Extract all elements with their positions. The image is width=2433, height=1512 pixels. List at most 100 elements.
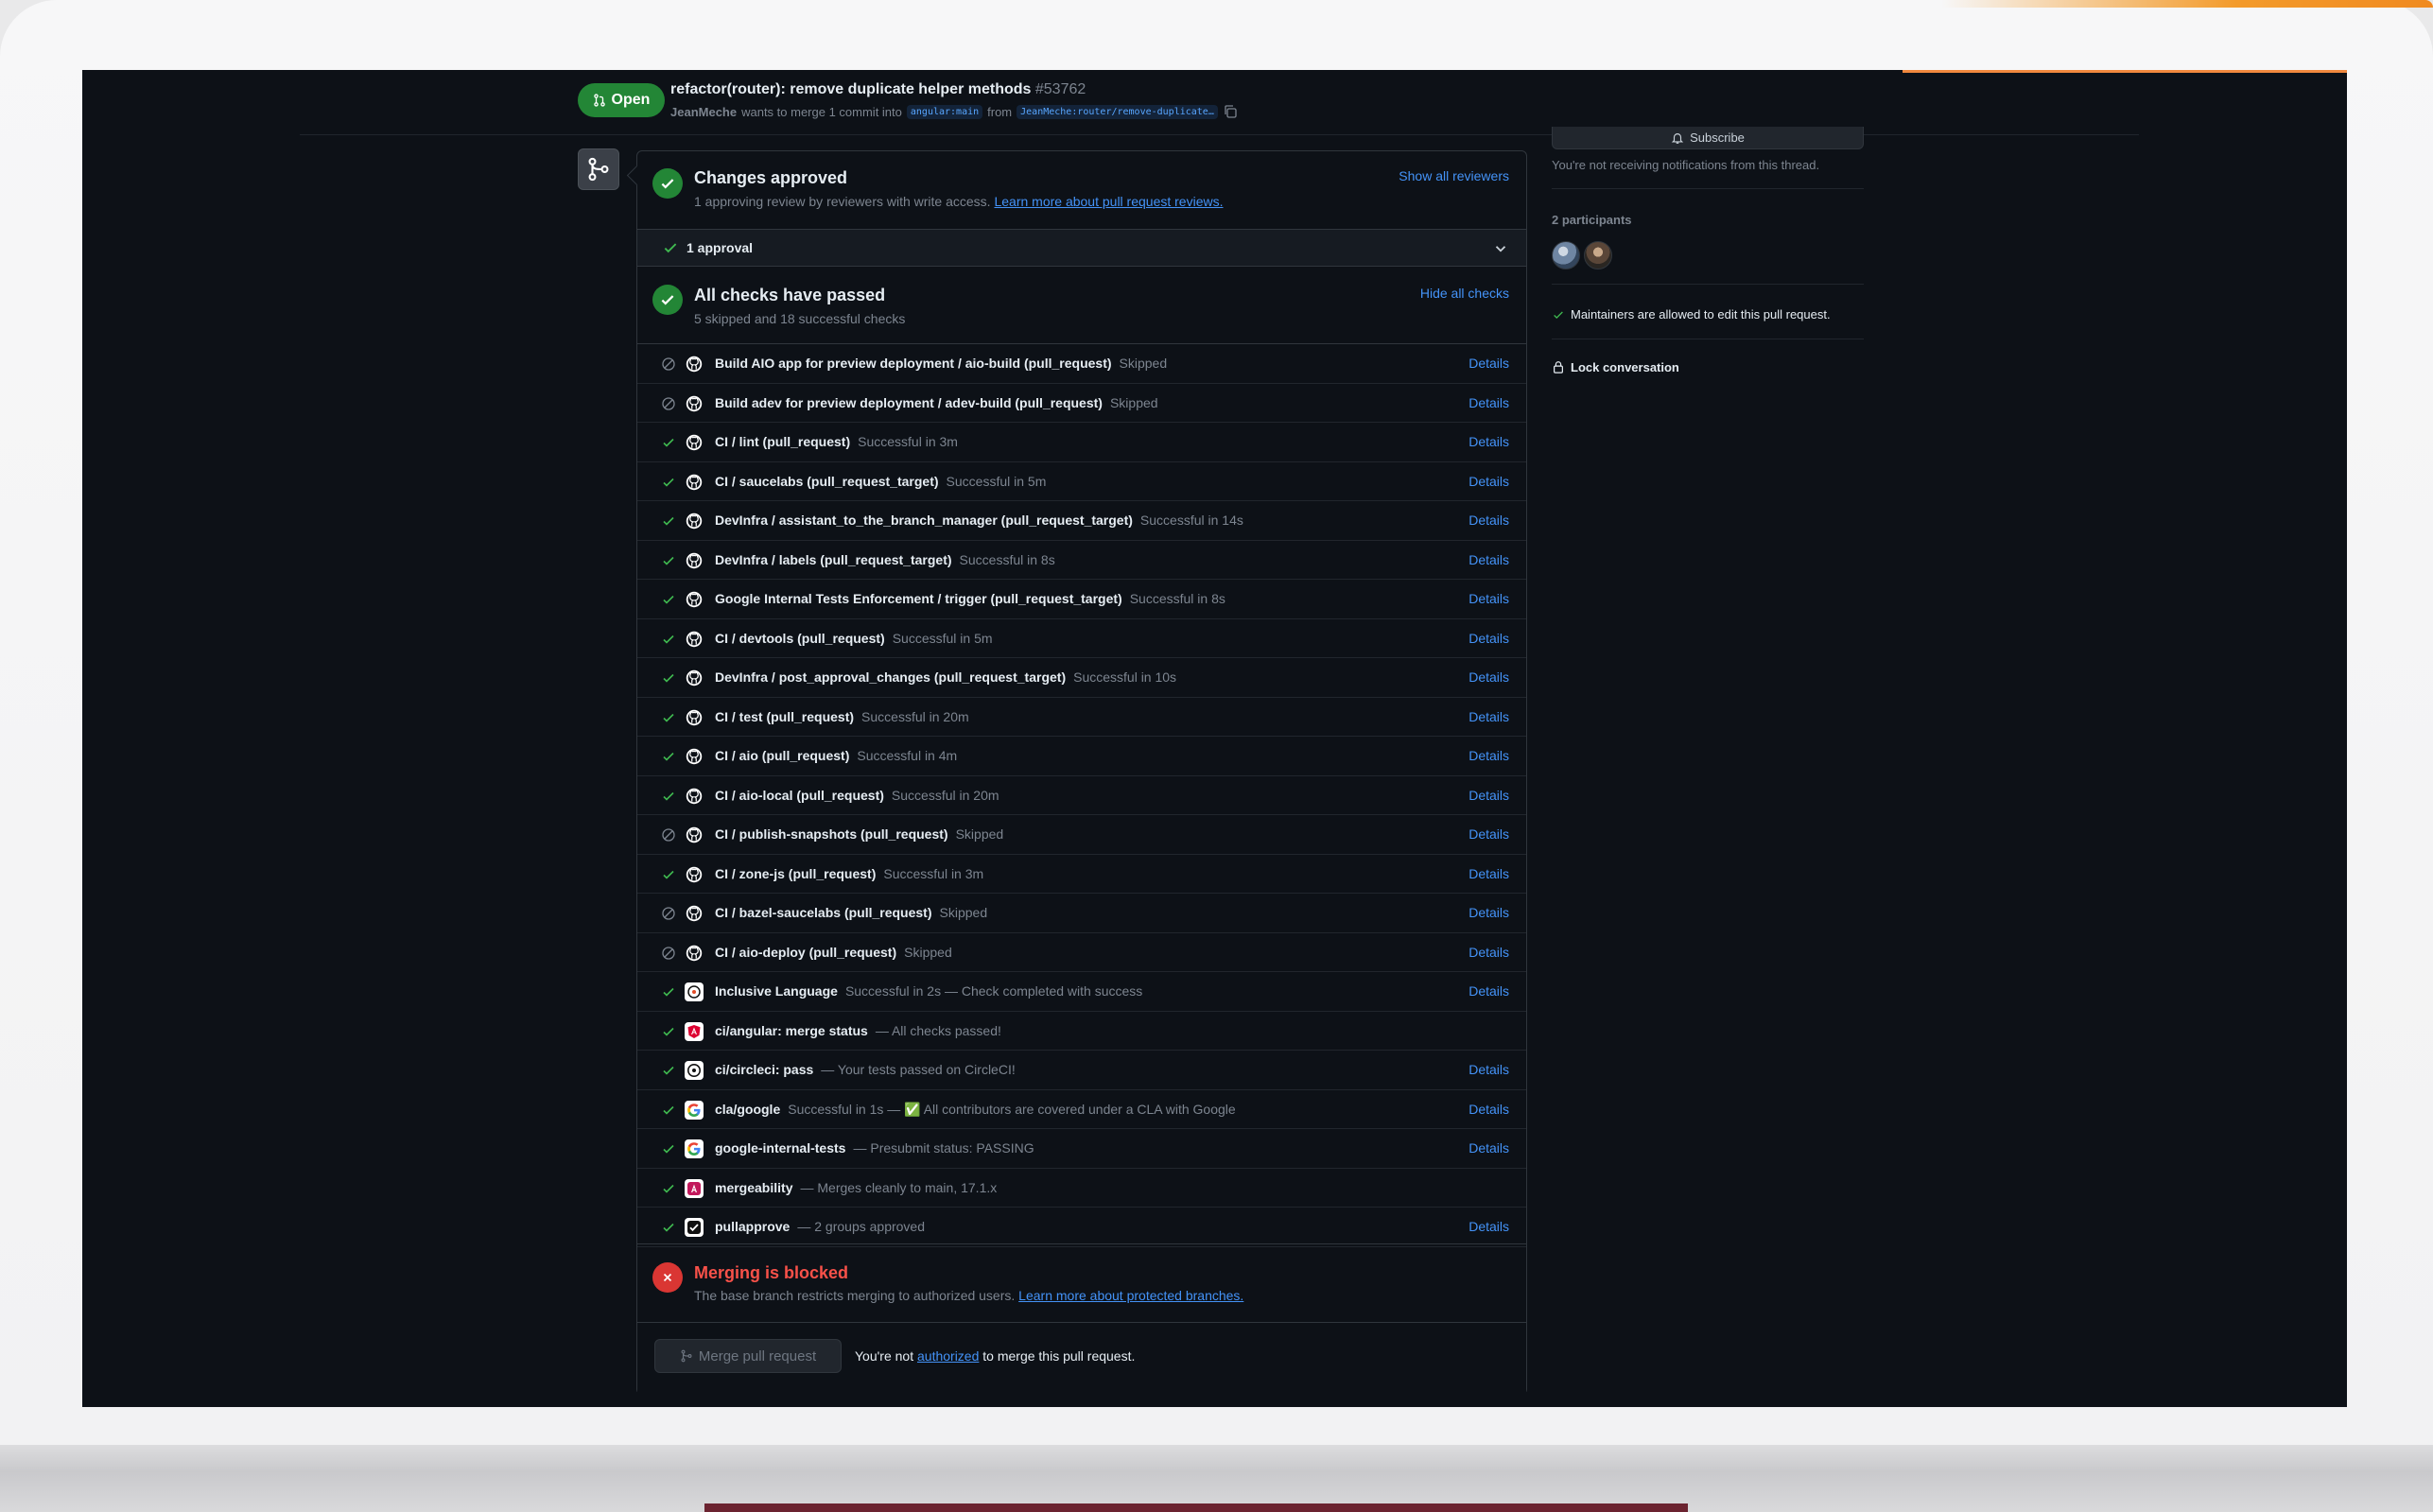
laptop-base-slot (704, 1503, 1688, 1512)
details-link[interactable]: Details (1468, 474, 1509, 489)
approved-subtitle-text: 1 approving review by reviewers with wri… (694, 194, 991, 209)
details-link[interactable]: Details (1468, 552, 1509, 567)
blocked-subtitle: The base branch restricts merging to aut… (694, 1288, 1243, 1303)
merge-box: Changes approved 1 approving review by r… (636, 150, 1527, 1395)
pr-status-label: Open (611, 92, 651, 108)
screen: Open refactor(router): remove duplicate … (82, 70, 2347, 1407)
details-link[interactable]: Details (1468, 631, 1509, 646)
check-description: Successful in 20m (861, 708, 969, 724)
check-name: CI / zone-js (pull_request) (715, 865, 877, 881)
check-row: cla/google Successful in 1s — ✅ All contr… (637, 1090, 1526, 1129)
check-description: Successful in 20m (891, 787, 999, 803)
approved-check-icon (652, 168, 683, 199)
base-branch[interactable]: angular:main (906, 104, 983, 119)
details-link[interactable]: Details (1468, 905, 1509, 920)
check-text: CI / bazel-saucelabs (pull_request) Skipp… (715, 905, 987, 920)
blocked-section: Merging is blocked The base branch restr… (637, 1244, 1526, 1322)
check-row: CI / test (pull_request) Successful in 20… (637, 698, 1526, 737)
details-link[interactable]: Details (1468, 709, 1509, 724)
details-link[interactable]: Details (1468, 434, 1509, 449)
check-icon (660, 513, 677, 530)
check-row: ci/circleci: pass — Your tests passed on … (637, 1051, 1526, 1090)
details-link[interactable]: Details (1468, 1219, 1509, 1234)
maintainers-note: Maintainers are allowed to edit this pul… (1552, 307, 1831, 322)
details-link[interactable]: Details (1468, 1140, 1509, 1156)
head-branch[interactable]: JeanMeche:router/remove-duplicate… (1017, 104, 1218, 119)
details-link[interactable]: Details (1468, 826, 1509, 842)
details-link[interactable]: Details (1468, 513, 1509, 528)
check-icon (660, 983, 677, 1000)
chevron-down-icon[interactable] (1492, 240, 1509, 257)
check-icon (660, 631, 677, 648)
check-row: Inclusive Language Successful in 2s — Che… (637, 972, 1526, 1012)
copy-icon[interactable] (1223, 104, 1238, 119)
pullapprove-icon (685, 1218, 704, 1237)
github-icon (685, 864, 704, 884)
check-icon (660, 1023, 677, 1040)
check-text: ci/circleci: pass — Your tests passed on … (715, 1062, 1016, 1077)
github-icon (685, 669, 704, 687)
check-name: CI / lint (pull_request) (715, 434, 851, 449)
check-name: pullapprove (715, 1219, 791, 1234)
details-link[interactable]: Details (1468, 788, 1509, 803)
check-name: Build adev for preview deployment / adev… (715, 394, 1103, 410)
check-name: CI / saucelabs (pull_request_target) (715, 473, 939, 489)
github-icon (685, 512, 704, 530)
details-link[interactable]: Details (1468, 983, 1509, 999)
subscribe-button[interactable]: Subscribe (1552, 127, 1864, 149)
merge-note-suffix: to merge this pull request. (982, 1348, 1136, 1364)
details-link[interactable]: Details (1468, 748, 1509, 763)
check-row: mergeability — Merges cleanly to main, 17… (637, 1169, 1526, 1208)
checks-subtitle: 5 skipped and 18 successful checks (694, 311, 906, 326)
check-icon (660, 591, 677, 608)
check-row: CI / aio (pull_request) Successful in 4m D… (637, 737, 1526, 776)
details-link[interactable]: Details (1468, 1062, 1509, 1077)
check-row: ci/angular: merge status — All checks pas… (637, 1012, 1526, 1051)
check-icon (660, 866, 677, 883)
skipped-icon (660, 356, 677, 373)
check-row: google-internal-tests — Presubmit status:… (637, 1129, 1526, 1169)
details-link[interactable]: Details (1468, 866, 1509, 881)
avatar[interactable] (1584, 241, 1612, 269)
details-link[interactable]: Details (1468, 669, 1509, 685)
lock-conversation-link[interactable]: Lock conversation (1552, 359, 1679, 374)
hide-all-checks-link[interactable]: Hide all checks (1420, 286, 1509, 301)
learn-reviews-link[interactable]: Learn more about pull request reviews. (994, 194, 1223, 209)
check-icon (664, 243, 677, 253)
check-row: CI / lint (pull_request) Successful in 3m… (637, 423, 1526, 462)
check-text: DevInfra / labels (pull_request_target) S… (715, 552, 1055, 567)
check-description: Skipped (939, 905, 988, 920)
maintainers-note-text: Maintainers are allowed to edit this pul… (1571, 307, 1831, 322)
check-description: — Merges cleanly to main, 17.1.x (800, 1179, 998, 1195)
check-description: Successful in 3m (858, 434, 958, 449)
learn-protected-branches-link[interactable]: Learn more about protected branches. (1018, 1288, 1243, 1303)
github-icon (685, 904, 704, 923)
sidebar-divider (1552, 284, 1864, 285)
avatar[interactable] (1552, 241, 1580, 269)
github-icon (685, 433, 704, 452)
details-link[interactable]: Details (1468, 1102, 1509, 1117)
check-name: CI / bazel-saucelabs (pull_request) (715, 905, 932, 920)
check-icon (1554, 310, 1563, 319)
check-description: — 2 groups approved (797, 1219, 925, 1234)
skipped-icon (660, 395, 677, 412)
show-all-reviewers-link[interactable]: Show all reviewers (1399, 168, 1509, 183)
subscribe-label: Subscribe (1690, 130, 1745, 145)
details-link[interactable]: Details (1468, 591, 1509, 606)
authorized-link[interactable]: authorized (917, 1348, 979, 1364)
bezel-highlight (1941, 0, 2433, 8)
check-description: — All checks passed! (875, 1022, 1001, 1038)
pr-merge-text: wants to merge 1 commit into (741, 104, 902, 119)
check-name: CI / aio-local (pull_request) (715, 787, 884, 803)
details-link[interactable]: Details (1468, 945, 1509, 960)
google-icon (685, 1100, 704, 1120)
approval-count: 1 approval (686, 240, 754, 255)
check-description: Successful in 5m (892, 630, 993, 646)
approval-summary[interactable]: 1 approval (637, 229, 1526, 267)
check-name: DevInfra / post_approval_changes (pull_r… (715, 669, 1067, 685)
check-description: — Presubmit status: PASSING (853, 1140, 1034, 1156)
merge-pull-request-button[interactable]: Merge pull request (654, 1339, 842, 1373)
details-link[interactable]: Details (1468, 356, 1509, 371)
pr-author[interactable]: JeanMeche (670, 105, 737, 119)
details-link[interactable]: Details (1468, 395, 1509, 410)
